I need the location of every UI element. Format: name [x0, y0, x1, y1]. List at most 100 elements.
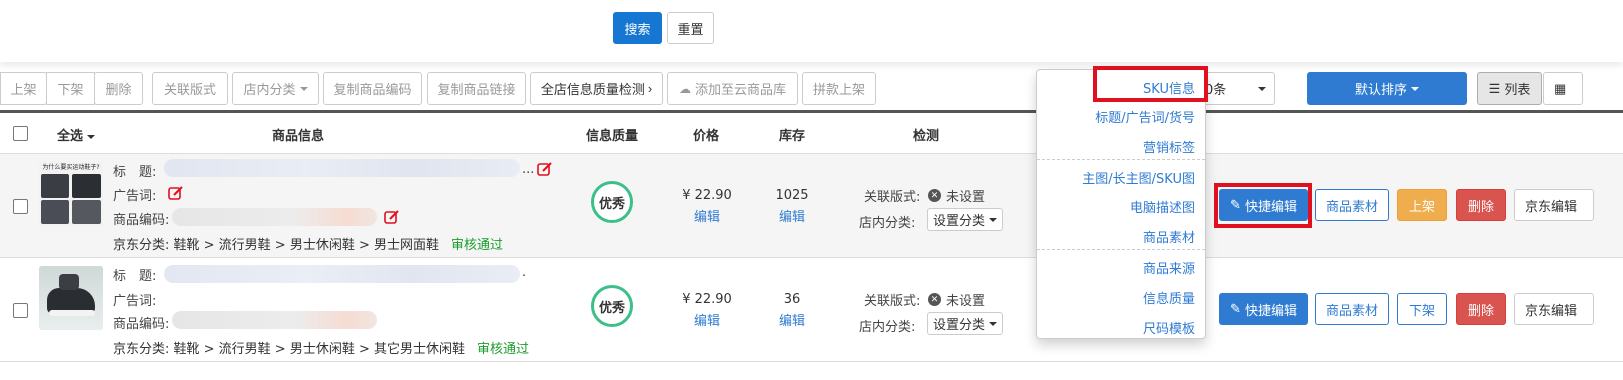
close-circle-icon: ✕: [928, 189, 941, 202]
quality-check-label: 全店信息质量检测: [540, 82, 645, 97]
product-material-button[interactable]: 商品素材: [1315, 293, 1389, 325]
store-category-label: 店内分类: [243, 82, 296, 97]
chevron-down-icon: [1258, 86, 1266, 91]
product-material-button[interactable]: 商品素材: [1315, 189, 1389, 221]
jd-category: 京东分类: 鞋靴 > 流行男鞋 > 男士休闲鞋 > 其它男士休闲鞋 审核通过: [113, 338, 529, 357]
menu-item-info-quality[interactable]: 信息质量: [1143, 288, 1195, 307]
quality-header: 信息质量: [586, 129, 639, 144]
linked-layout-button[interactable]: 关联版式: [152, 72, 228, 105]
menu-item-main-images[interactable]: 主图/长主图/SKU图: [1082, 168, 1195, 187]
edit-title-icon[interactable]: [537, 161, 553, 177]
title-value: [164, 159, 520, 177]
select-all-checkbox[interactable]: [13, 126, 28, 141]
price-edit-link[interactable]: 编辑: [681, 206, 733, 225]
delete-button[interactable]: 删除: [1456, 189, 1506, 221]
check-header: 检测: [913, 129, 940, 144]
quality-check-button[interactable]: 全店信息质量检测 ›: [530, 72, 663, 105]
menu-item-product-source[interactable]: 商品来源: [1143, 258, 1195, 277]
list-icon: ☰: [1488, 80, 1501, 96]
stock-edit-link[interactable]: 编辑: [770, 310, 814, 329]
combine-list-button[interactable]: 拼款上架: [802, 72, 876, 105]
batch-toolbar: 上架 下架 删除 关联版式 店内分类 复制商品编码 复制商品链接 全店信息质量检…: [0, 70, 1623, 106]
table-header: 全选 商品信息 信息质量 价格 库存 检测: [0, 110, 1623, 154]
stock-value: 36: [783, 292, 801, 307]
menu-item-size-template[interactable]: 尺码模板: [1143, 318, 1195, 337]
jd-edit-button[interactable]: 京东编辑: [1514, 293, 1594, 325]
product-info-header: 商品信息: [272, 129, 325, 144]
select-all-header[interactable]: 全选: [57, 125, 96, 144]
chevron-down-icon: [989, 217, 997, 222]
price-value: ¥ 22.90: [682, 188, 732, 203]
quick-edit-button[interactable]: ✎ 快捷编辑: [1219, 293, 1308, 325]
chevron-down-icon: [989, 321, 997, 326]
batch-list-button[interactable]: 上架: [0, 72, 47, 105]
filter-panel: 搜索 重置: [0, 0, 1623, 62]
row-checkbox[interactable]: [13, 303, 28, 318]
sort-button[interactable]: 默认排序: [1307, 72, 1467, 105]
menu-item-title-ad-sku[interactable]: 标题/广告词/货号: [1095, 107, 1195, 126]
delete-button[interactable]: 删除: [1456, 293, 1506, 325]
view-grid-button[interactable]: ▦: [1543, 72, 1583, 105]
list-button[interactable]: 上架: [1397, 189, 1447, 221]
close-circle-icon: ✕: [928, 293, 941, 306]
search-button[interactable]: 搜索: [613, 12, 662, 44]
code-label: 商品编码:: [113, 317, 170, 332]
title-label: 标 题:: [113, 269, 157, 284]
jd-edit-button[interactable]: 京东编辑: [1514, 189, 1594, 221]
linked-layout-value: ✕ 未设置: [928, 186, 985, 205]
chevron-down-icon: [87, 134, 96, 139]
store-category-label: 店内分类:: [859, 216, 916, 231]
menu-item-product-material[interactable]: 商品素材: [1143, 227, 1195, 246]
set-category-button[interactable]: 设置分类: [927, 312, 1003, 335]
chevron-down-icon: [299, 86, 308, 91]
batch-delete-button[interactable]: 删除: [94, 72, 143, 105]
set-category-label: 设置分类: [932, 317, 985, 332]
view-list-button[interactable]: ☰ 列表: [1477, 72, 1542, 105]
jd-category-text: 京东分类: 鞋靴 > 流行男鞋 > 男士休闲鞋 > 男士网面鞋: [113, 238, 439, 253]
product-thumbnail[interactable]: 为什么要买运动鞋子?: [39, 162, 103, 226]
linked-layout-label: 关联版式:: [864, 190, 921, 205]
quality-badge: 优秀: [591, 285, 633, 327]
price-edit-link[interactable]: 编辑: [681, 310, 733, 329]
stock-header: 库存: [779, 129, 806, 144]
edit-ad-icon[interactable]: [168, 185, 184, 201]
linked-layout-value: ✕ 未设置: [928, 290, 985, 309]
quick-edit-label: 快捷编辑: [1244, 302, 1297, 318]
row-checkbox[interactable]: [13, 199, 28, 214]
highlight-sku-info: [1093, 66, 1208, 102]
menu-item-marketing-tag[interactable]: 营销标签: [1143, 137, 1195, 156]
edit-code-icon[interactable]: [384, 209, 400, 225]
linked-layout-text: 未设置: [946, 294, 986, 309]
batch-delist-button[interactable]: 下架: [46, 72, 95, 105]
price-header: 价格: [693, 129, 720, 144]
delist-button[interactable]: 下架: [1397, 293, 1447, 325]
ad-label: 广告词:: [113, 294, 157, 309]
jd-category-text: 京东分类: 鞋靴 > 流行男鞋 > 男士休闲鞋 > 其它男士休闲鞋: [113, 342, 465, 357]
menu-divider: [1037, 159, 1205, 160]
title-label: 标 题:: [113, 165, 157, 180]
select-all-label: 全选: [57, 129, 84, 144]
stock-value: 1025: [775, 188, 809, 203]
title-value: [164, 265, 520, 283]
set-category-label: 设置分类: [932, 213, 985, 228]
product-list-page: 搜索 重置 上架 下架 删除 关联版式 店内分类 复制商品编码 复制商品链接 全…: [0, 0, 1623, 380]
copy-link-button[interactable]: 复制商品链接: [427, 72, 526, 105]
copy-code-button[interactable]: 复制商品编码: [323, 72, 422, 105]
ad-label: 广告词:: [113, 189, 157, 204]
stock-edit-link[interactable]: 编辑: [770, 206, 814, 225]
reset-button[interactable]: 重置: [667, 12, 714, 44]
code-label: 商品编码:: [113, 213, 170, 228]
sort-label: 默认排序: [1354, 82, 1407, 97]
menu-divider: [1037, 249, 1205, 250]
page-size-value: 0条: [1205, 83, 1227, 98]
quality-badge: 优秀: [591, 181, 633, 223]
review-status: 审核通过: [450, 238, 503, 253]
add-to-cloud-button[interactable]: ☁ 添加至云商品库: [667, 72, 798, 105]
store-category-button[interactable]: 店内分类: [232, 72, 319, 105]
set-category-button[interactable]: 设置分类: [927, 208, 1003, 231]
menu-item-pc-description[interactable]: 电脑描述图: [1130, 197, 1195, 216]
review-status: 审核通过: [476, 342, 529, 357]
product-thumbnail[interactable]: [39, 266, 103, 330]
chevron-down-icon: [1411, 86, 1419, 91]
cloud-upload-icon: ☁: [678, 81, 691, 96]
